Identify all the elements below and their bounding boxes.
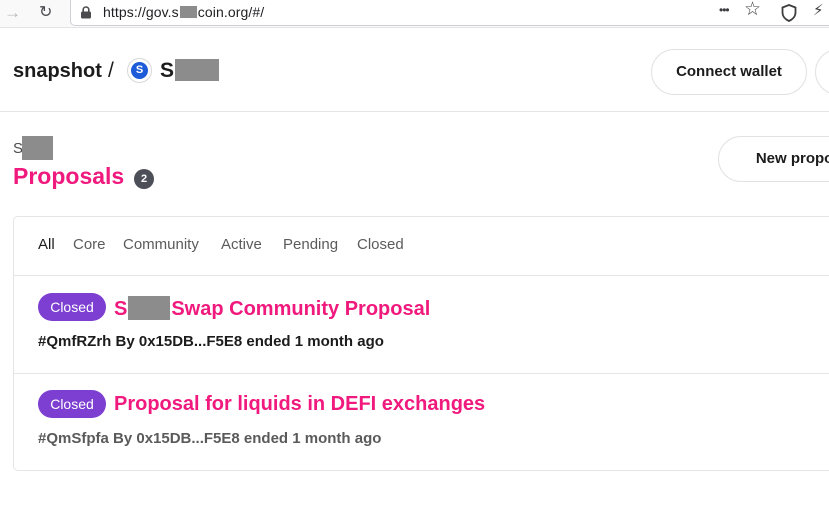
status-badge: Closed [38,293,106,321]
connect-wallet-button[interactable]: Connect wallet [651,49,807,95]
proposal-title[interactable]: S Swap Community Proposal [114,296,430,321]
redaction [22,136,54,160]
star-icon[interactable]: ☆ [744,0,761,19]
space-avatar[interactable]: S [127,58,152,83]
page-title: Proposals [13,163,125,189]
proposal-count-badge: 2 [134,169,154,189]
proposals-card: All Core Community Active Pending Closed… [13,216,829,471]
header-menu-button[interactable] [815,49,829,95]
tab-pending[interactable]: Pending [283,236,338,253]
space-name[interactable]: S [160,59,220,83]
tab-core[interactable]: Core [73,236,106,253]
proposal-row[interactable]: Closed S Swap Community Proposal #QmfRZrh… [14,276,829,374]
reload-icon[interactable]: ↻ [39,4,52,22]
status-badge: Closed [38,390,106,418]
proposal-meta: #QmfRZrh By 0x15DB...F5E8 ended 1 month … [38,333,384,350]
space-logo-icon: S [131,62,148,79]
extension-icon[interactable]: ⚡ [813,2,824,20]
tab-community[interactable]: Community [123,236,199,253]
shield-icon[interactable] [781,4,797,22]
redaction [175,59,220,81]
lock-icon [81,6,91,19]
url-text: https://gov.s coin.org/#/ [103,4,265,20]
tab-all[interactable]: All [38,236,55,253]
breadcrumb-separator: / [108,59,114,82]
tab-closed[interactable]: Closed [357,236,404,253]
redaction [128,296,171,320]
proposal-meta: #QmSfpfa By 0x15DB...F5E8 ended 1 month … [38,430,382,447]
proposal-title[interactable]: Proposal for liquids in DEFI exchanges [114,393,485,416]
tab-active[interactable]: Active [221,236,262,253]
app-header: snapshot / S S Connect wallet [0,29,829,112]
new-proposal-button[interactable]: New proposal [718,136,829,182]
forward-icon[interactable]: → [4,4,21,22]
proposal-row[interactable]: Closed Proposal for liquids in DEFI exch… [14,373,829,471]
more-icon[interactable]: ••• [719,1,730,19]
brand-logo-text[interactable]: snapshot [13,60,102,83]
redaction [179,6,197,18]
address-bar[interactable]: https://gov.s coin.org/#/ ••• ☆ ⚡ [70,0,829,26]
browser-toolbar: → ↻ https://gov.s coin.org/#/ ••• ☆ ⚡ [0,0,829,28]
space-label: S [13,136,54,160]
filter-tabs: All Core Community Active Pending Closed [14,217,829,276]
